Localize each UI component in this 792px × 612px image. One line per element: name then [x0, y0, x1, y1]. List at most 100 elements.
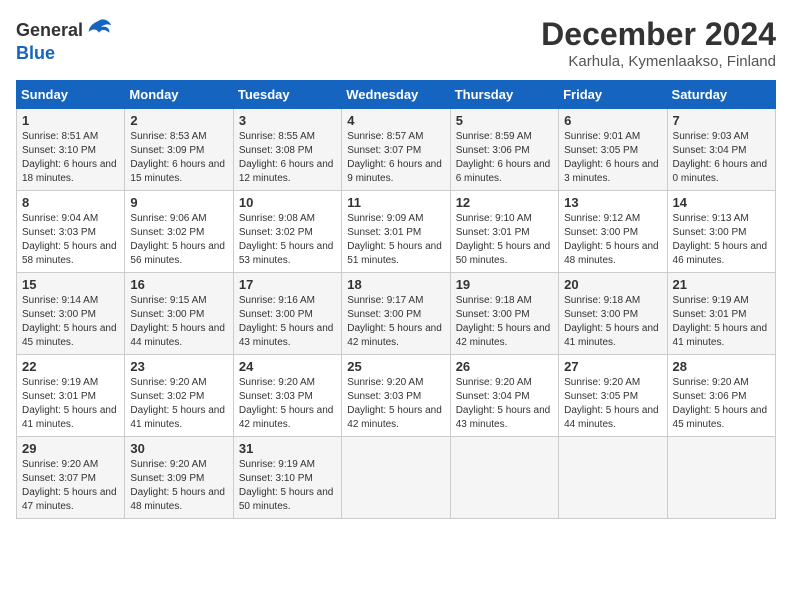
day-number: 22	[22, 359, 119, 374]
calendar-cell	[667, 437, 775, 519]
day-number: 30	[130, 441, 227, 456]
page-header: General Blue December 2024 Karhula, Kyme…	[16, 16, 776, 70]
day-info: Sunrise: 9:09 AMSunset: 3:01 PMDaylight:…	[347, 213, 442, 266]
day-info: Sunrise: 9:20 AMSunset: 3:04 PMDaylight:…	[456, 377, 551, 430]
calendar-dow-saturday: Saturday	[667, 81, 775, 109]
day-number: 26	[456, 359, 553, 374]
day-number: 8	[22, 195, 119, 210]
day-number: 12	[456, 195, 553, 210]
calendar-cell: 15 Sunrise: 9:14 AMSunset: 3:00 PMDaylig…	[17, 273, 125, 355]
day-info: Sunrise: 9:14 AMSunset: 3:00 PMDaylight:…	[22, 295, 117, 348]
calendar-cell: 22 Sunrise: 9:19 AMSunset: 3:01 PMDaylig…	[17, 355, 125, 437]
calendar-cell: 28 Sunrise: 9:20 AMSunset: 3:06 PMDaylig…	[667, 355, 775, 437]
calendar-cell: 29 Sunrise: 9:20 AMSunset: 3:07 PMDaylig…	[17, 437, 125, 519]
calendar-dow-friday: Friday	[559, 81, 667, 109]
calendar-dow-sunday: Sunday	[17, 81, 125, 109]
calendar-cell: 8 Sunrise: 9:04 AMSunset: 3:03 PMDayligh…	[17, 191, 125, 273]
month-title: December 2024	[541, 16, 776, 53]
day-number: 2	[130, 113, 227, 128]
calendar-dow-tuesday: Tuesday	[233, 81, 341, 109]
day-number: 9	[130, 195, 227, 210]
calendar-cell	[450, 437, 558, 519]
calendar-dow-monday: Monday	[125, 81, 233, 109]
calendar-cell: 9 Sunrise: 9:06 AMSunset: 3:02 PMDayligh…	[125, 191, 233, 273]
day-number: 14	[673, 195, 770, 210]
day-info: Sunrise: 9:10 AMSunset: 3:01 PMDaylight:…	[456, 213, 551, 266]
calendar-cell: 17 Sunrise: 9:16 AMSunset: 3:00 PMDaylig…	[233, 273, 341, 355]
logo: General Blue	[16, 16, 113, 62]
day-info: Sunrise: 9:01 AMSunset: 3:05 PMDaylight:…	[564, 131, 659, 184]
calendar-cell: 20 Sunrise: 9:18 AMSunset: 3:00 PMDaylig…	[559, 273, 667, 355]
day-number: 5	[456, 113, 553, 128]
logo-bird-icon	[85, 16, 113, 44]
day-info: Sunrise: 9:06 AMSunset: 3:02 PMDaylight:…	[130, 213, 225, 266]
day-info: Sunrise: 9:20 AMSunset: 3:09 PMDaylight:…	[130, 459, 225, 512]
day-number: 25	[347, 359, 444, 374]
calendar-header-row: SundayMondayTuesdayWednesdayThursdayFrid…	[17, 81, 776, 109]
day-info: Sunrise: 8:53 AMSunset: 3:09 PMDaylight:…	[130, 131, 225, 184]
calendar-cell: 14 Sunrise: 9:13 AMSunset: 3:00 PMDaylig…	[667, 191, 775, 273]
day-info: Sunrise: 9:16 AMSunset: 3:00 PMDaylight:…	[239, 295, 334, 348]
calendar-cell: 12 Sunrise: 9:10 AMSunset: 3:01 PMDaylig…	[450, 191, 558, 273]
day-info: Sunrise: 9:20 AMSunset: 3:07 PMDaylight:…	[22, 459, 117, 512]
calendar-week-5: 29 Sunrise: 9:20 AMSunset: 3:07 PMDaylig…	[17, 437, 776, 519]
day-info: Sunrise: 9:20 AMSunset: 3:02 PMDaylight:…	[130, 377, 225, 430]
day-number: 18	[347, 277, 444, 292]
day-number: 10	[239, 195, 336, 210]
calendar-dow-thursday: Thursday	[450, 81, 558, 109]
day-number: 3	[239, 113, 336, 128]
calendar-cell: 5 Sunrise: 8:59 AMSunset: 3:06 PMDayligh…	[450, 109, 558, 191]
calendar-dow-wednesday: Wednesday	[342, 81, 450, 109]
day-number: 11	[347, 195, 444, 210]
day-info: Sunrise: 9:15 AMSunset: 3:00 PMDaylight:…	[130, 295, 225, 348]
calendar-cell: 18 Sunrise: 9:17 AMSunset: 3:00 PMDaylig…	[342, 273, 450, 355]
calendar-cell: 19 Sunrise: 9:18 AMSunset: 3:00 PMDaylig…	[450, 273, 558, 355]
day-info: Sunrise: 9:08 AMSunset: 3:02 PMDaylight:…	[239, 213, 334, 266]
day-number: 27	[564, 359, 661, 374]
calendar-cell	[559, 437, 667, 519]
day-number: 4	[347, 113, 444, 128]
day-number: 19	[456, 277, 553, 292]
day-info: Sunrise: 9:20 AMSunset: 3:03 PMDaylight:…	[347, 377, 442, 430]
day-info: Sunrise: 9:17 AMSunset: 3:00 PMDaylight:…	[347, 295, 442, 348]
calendar-cell: 6 Sunrise: 9:01 AMSunset: 3:05 PMDayligh…	[559, 109, 667, 191]
day-number: 1	[22, 113, 119, 128]
calendar-table: SundayMondayTuesdayWednesdayThursdayFrid…	[16, 80, 776, 519]
calendar-week-2: 8 Sunrise: 9:04 AMSunset: 3:03 PMDayligh…	[17, 191, 776, 273]
location-title: Karhula, Kymenlaakso, Finland	[541, 53, 776, 70]
calendar-cell: 27 Sunrise: 9:20 AMSunset: 3:05 PMDaylig…	[559, 355, 667, 437]
calendar-cell: 2 Sunrise: 8:53 AMSunset: 3:09 PMDayligh…	[125, 109, 233, 191]
calendar-cell: 24 Sunrise: 9:20 AMSunset: 3:03 PMDaylig…	[233, 355, 341, 437]
day-number: 21	[673, 277, 770, 292]
day-info: Sunrise: 8:51 AMSunset: 3:10 PMDaylight:…	[22, 131, 117, 184]
calendar-cell: 1 Sunrise: 8:51 AMSunset: 3:10 PMDayligh…	[17, 109, 125, 191]
day-number: 15	[22, 277, 119, 292]
day-info: Sunrise: 9:20 AMSunset: 3:03 PMDaylight:…	[239, 377, 334, 430]
day-info: Sunrise: 8:57 AMSunset: 3:07 PMDaylight:…	[347, 131, 442, 184]
calendar-cell: 7 Sunrise: 9:03 AMSunset: 3:04 PMDayligh…	[667, 109, 775, 191]
calendar-cell: 3 Sunrise: 8:55 AMSunset: 3:08 PMDayligh…	[233, 109, 341, 191]
day-info: Sunrise: 9:19 AMSunset: 3:10 PMDaylight:…	[239, 459, 334, 512]
day-info: Sunrise: 9:12 AMSunset: 3:00 PMDaylight:…	[564, 213, 659, 266]
day-number: 13	[564, 195, 661, 210]
day-number: 7	[673, 113, 770, 128]
day-number: 23	[130, 359, 227, 374]
logo-general-text: General	[16, 21, 83, 39]
day-number: 31	[239, 441, 336, 456]
calendar-cell: 16 Sunrise: 9:15 AMSunset: 3:00 PMDaylig…	[125, 273, 233, 355]
day-info: Sunrise: 9:19 AMSunset: 3:01 PMDaylight:…	[22, 377, 117, 430]
day-number: 17	[239, 277, 336, 292]
day-number: 16	[130, 277, 227, 292]
day-info: Sunrise: 9:19 AMSunset: 3:01 PMDaylight:…	[673, 295, 768, 348]
calendar-week-3: 15 Sunrise: 9:14 AMSunset: 3:00 PMDaylig…	[17, 273, 776, 355]
day-number: 29	[22, 441, 119, 456]
day-info: Sunrise: 9:18 AMSunset: 3:00 PMDaylight:…	[456, 295, 551, 348]
calendar-cell: 23 Sunrise: 9:20 AMSunset: 3:02 PMDaylig…	[125, 355, 233, 437]
day-info: Sunrise: 9:20 AMSunset: 3:06 PMDaylight:…	[673, 377, 768, 430]
calendar-cell: 25 Sunrise: 9:20 AMSunset: 3:03 PMDaylig…	[342, 355, 450, 437]
day-info: Sunrise: 9:13 AMSunset: 3:00 PMDaylight:…	[673, 213, 768, 266]
calendar-cell: 26 Sunrise: 9:20 AMSunset: 3:04 PMDaylig…	[450, 355, 558, 437]
calendar-cell: 21 Sunrise: 9:19 AMSunset: 3:01 PMDaylig…	[667, 273, 775, 355]
day-info: Sunrise: 9:04 AMSunset: 3:03 PMDaylight:…	[22, 213, 117, 266]
calendar-week-1: 1 Sunrise: 8:51 AMSunset: 3:10 PMDayligh…	[17, 109, 776, 191]
